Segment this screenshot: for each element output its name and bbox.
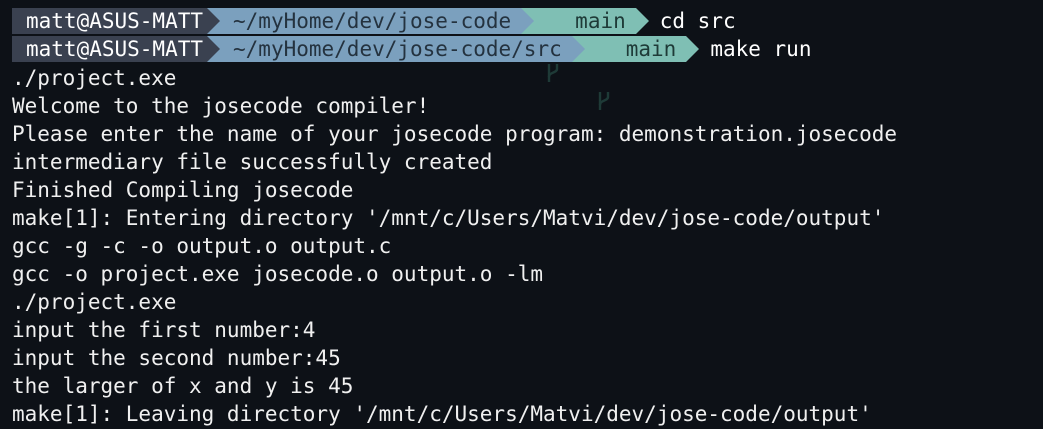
prompt-command: cd src — [659, 9, 736, 33]
prompt-branch: main — [575, 9, 626, 33]
prompt-user: matt@ASUS-MATT — [26, 9, 204, 33]
prompt-path-segment: ~/myHome/dev/jose-code/src — [207, 36, 585, 62]
prompt-branch: main — [625, 37, 677, 61]
output-line: gcc -g -c -o output.o output.c — [12, 234, 392, 258]
git-branch-icon — [545, 10, 561, 82]
prompt-path-segment: ~/myHome/dev/jose-code — [207, 8, 535, 34]
output-line: ./project.exe — [12, 290, 177, 314]
prompt-git-segment: main — [521, 8, 649, 82]
prompt-user: matt@ASUS-MATT — [26, 37, 204, 61]
prompt-user-segment: matt@ASUS-MATT — [12, 36, 221, 62]
output-line: intermediary file successfully created — [12, 150, 493, 174]
segment-separator-icon — [207, 8, 221, 34]
segment-separator-icon — [571, 36, 585, 62]
terminal-window[interactable]: matt@ASUS-MATT ~/myHome/dev/jose-code ma… — [0, 0, 1043, 429]
output-line: Welcome to the josecode compiler! — [12, 94, 430, 118]
output-line: input the second number:45 — [12, 346, 341, 370]
prompt-line-2: matt@ASUS-MATT ~/myHome/dev/jose-code/sr… — [12, 36, 812, 110]
output-line: Finished Compiling josecode — [12, 178, 354, 202]
output-line: make[1]: Leaving directory '/mnt/c/Users… — [12, 402, 872, 426]
segment-separator-icon — [635, 8, 649, 34]
segment-separator-icon — [207, 36, 221, 62]
prompt-path: ~/myHome/dev/jose-code/src — [233, 37, 562, 61]
terminal-output: ./project.exe Welcome to the josecode co… — [12, 64, 897, 428]
output-line: gcc -o project.exe josecode.o output.o -… — [12, 262, 544, 286]
output-line: Please enter the name of your josecode p… — [12, 122, 898, 146]
prompt-command: make run — [710, 37, 812, 61]
segment-separator-icon — [686, 36, 700, 62]
output-line: the larger of x and y is 45 — [12, 374, 354, 398]
git-branch-icon — [596, 38, 612, 110]
prompt-path: ~/myHome/dev/jose-code — [233, 9, 512, 33]
output-line: input the first number:4 — [12, 318, 316, 342]
output-line: ./project.exe — [12, 66, 177, 90]
prompt-git-segment: main — [571, 36, 700, 110]
segment-separator-icon — [521, 8, 535, 34]
output-line: make[1]: Entering directory '/mnt/c/User… — [12, 206, 885, 230]
prompt-user-segment: matt@ASUS-MATT — [12, 8, 221, 34]
prompt-line-1: matt@ASUS-MATT ~/myHome/dev/jose-code ma… — [12, 8, 736, 82]
